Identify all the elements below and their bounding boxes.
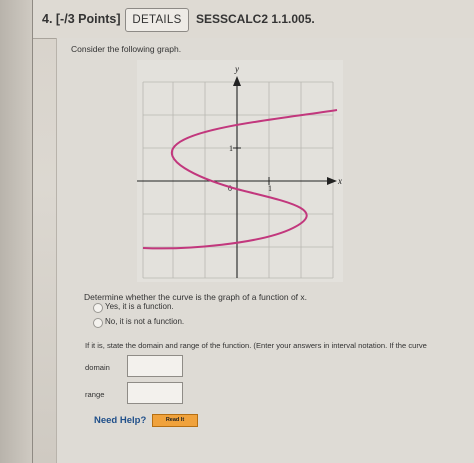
y-axis-label: y <box>234 64 239 74</box>
screen: 4. [-/3 Points] DETAILS SESSCALC2 1.1.00… <box>0 0 474 463</box>
left-margin <box>0 0 33 463</box>
question-header: 4. [-/3 Points] DETAILS SESSCALC2 1.1.00… <box>33 0 474 39</box>
range-label: range <box>85 390 105 399</box>
option-no-label: No, it is not a function. <box>105 317 185 326</box>
read-it-button[interactable]: Read It <box>152 414 198 427</box>
x-axis-label: x <box>337 176 342 186</box>
details-button[interactable]: DETAILS <box>125 8 189 32</box>
radio-no[interactable] <box>93 318 103 328</box>
determine-question: Determine whether the curve is the graph… <box>84 292 308 302</box>
domain-range-instruction: If it is, state the domain and range of … <box>85 341 427 350</box>
range-input[interactable] <box>127 382 183 404</box>
need-help-label: Need Help? <box>94 415 147 426</box>
domain-input[interactable] <box>127 355 183 377</box>
question-body: Consider the following graph. y x 0 1 1 … <box>56 38 474 463</box>
graph-prompt: Consider the following graph. <box>71 44 182 54</box>
domain-label: domain <box>85 363 110 372</box>
radio-yes[interactable] <box>93 303 103 313</box>
question-number: 4. [-/3 Points] <box>42 12 121 26</box>
graph: y x 0 1 1 <box>137 60 343 282</box>
y-tick-label: 1 <box>229 144 233 153</box>
x-tick-label: 1 <box>268 184 272 193</box>
source-code: SESSCALC2 1.1.005. <box>196 12 315 26</box>
option-yes-label: Yes, it is a function. <box>105 302 174 311</box>
